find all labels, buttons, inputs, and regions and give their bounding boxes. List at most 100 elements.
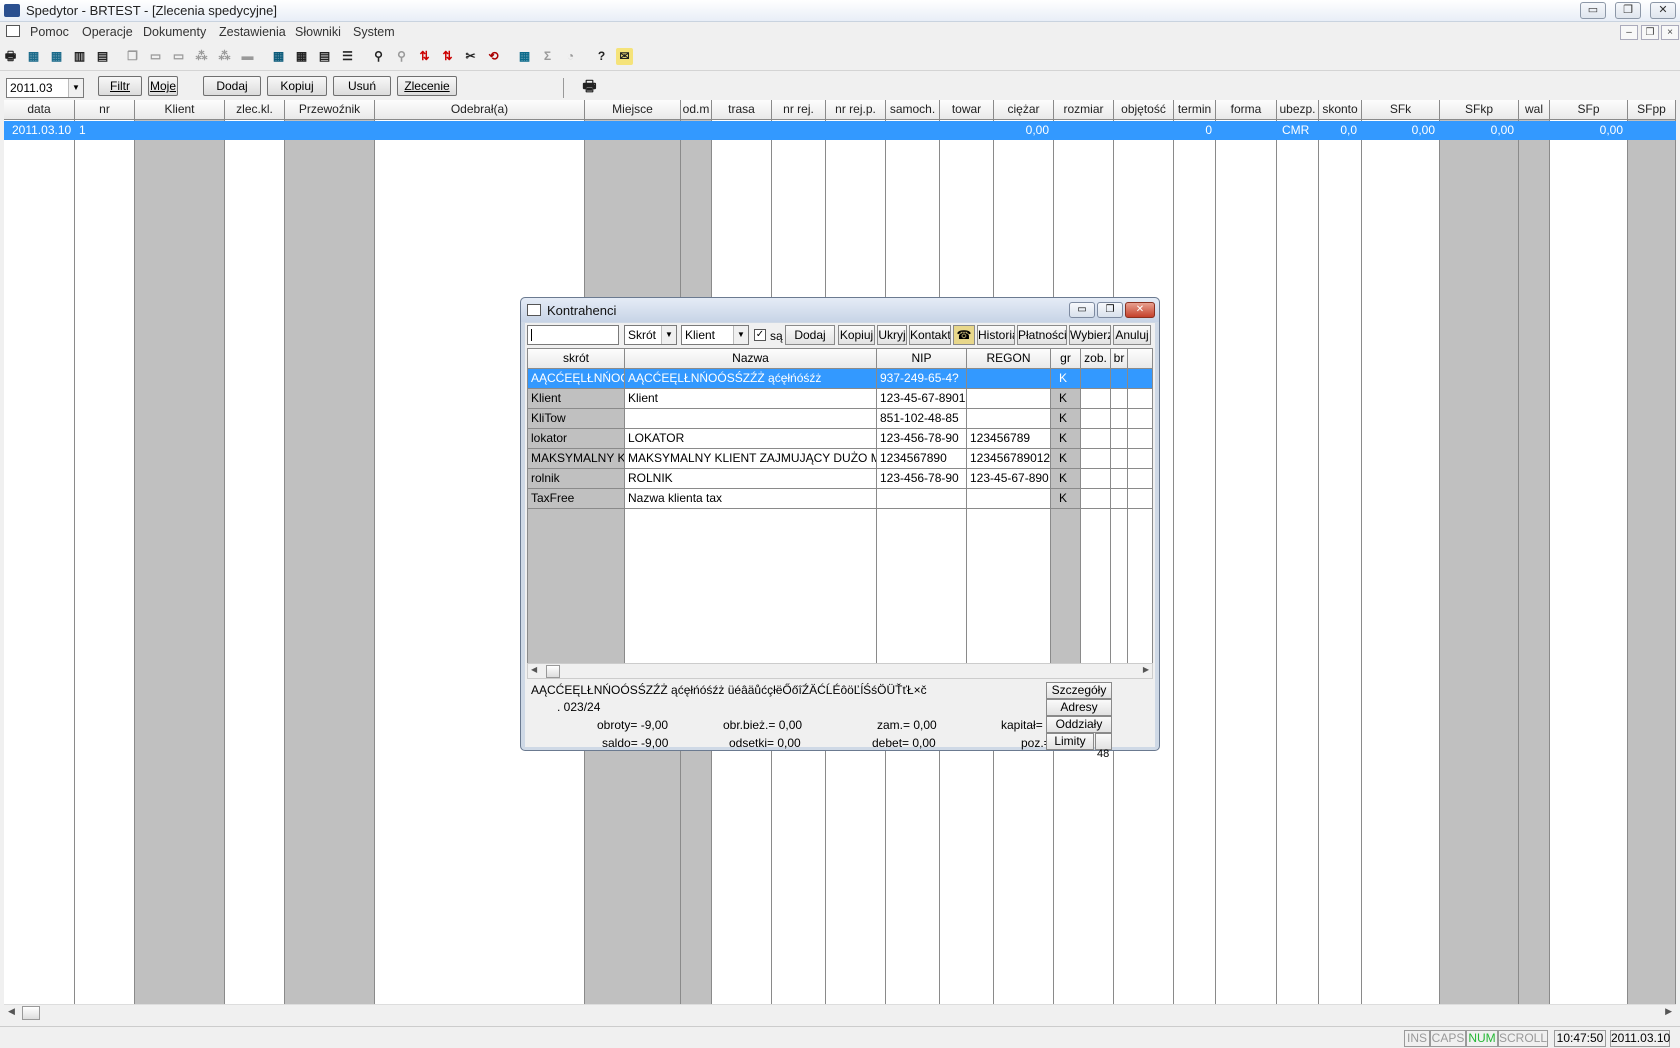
contractors-grid[interactable]: skrót Nazwa NIP REGON gr zob. br AĄCĆEĘL…	[527, 348, 1153, 664]
dialog-minimize-button[interactable]: ▭	[1069, 302, 1095, 318]
delete-button[interactable]: Usuń	[333, 76, 391, 96]
payments-button[interactable]: Płatności	[1017, 325, 1067, 345]
header-zlec-kl[interactable]: zlec.kl.	[225, 100, 285, 120]
dheader-zob[interactable]: zob.	[1081, 349, 1111, 369]
menu-operacje[interactable]: Operacje	[82, 25, 133, 39]
history-button[interactable]: Historia	[977, 325, 1015, 345]
contact-button[interactable]: Kontakt	[909, 325, 951, 345]
header-ciezar[interactable]: ciężar	[994, 100, 1054, 120]
table-row[interactable]: lokator LOKATOR 123-456-78-90 123456789 …	[528, 429, 1152, 449]
header-rozmiar[interactable]: rozmiar	[1054, 100, 1114, 120]
dialog-maximize-button[interactable]: ❐	[1097, 302, 1123, 318]
network2-icon[interactable]: ⁂	[216, 48, 233, 65]
truck-icon[interactable]: ▬	[239, 48, 256, 65]
table-icon[interactable]: ▦	[293, 48, 310, 65]
dheader-br[interactable]: br	[1111, 349, 1128, 369]
header-miejsce[interactable]: Miejsce	[585, 100, 681, 120]
system-menu-icon[interactable]	[6, 25, 20, 37]
close-button[interactable]: ✕	[1650, 2, 1676, 19]
network-icon[interactable]: ⁂	[193, 48, 210, 65]
branches-button[interactable]: Oddziały	[1046, 716, 1112, 733]
header-sfp[interactable]: SFp	[1550, 100, 1628, 120]
table-row[interactable]: 2011.03.10 1 0,00 0 CMR 0,0 0,00 0,00 0,…	[4, 121, 1676, 140]
help-icon[interactable]: ?	[593, 48, 610, 65]
menu-zestawienia[interactable]: Zestawienia	[219, 25, 286, 39]
limits-button[interactable]: Limity	[1046, 733, 1094, 750]
scroll-right-icon[interactable]: ▶	[1143, 665, 1149, 674]
dheader-regon[interactable]: REGON	[967, 349, 1051, 369]
search-input[interactable]	[527, 325, 619, 345]
menu-dokumenty[interactable]: Dokumenty	[143, 25, 206, 39]
scissors-icon[interactable]: ✂	[462, 48, 479, 65]
calendar-12-icon[interactable]: ▦	[25, 48, 42, 65]
header-trasa[interactable]: trasa	[712, 100, 772, 120]
details-button[interactable]: Szczegóły	[1046, 682, 1112, 699]
table-row[interactable]: KliTow 851-102-48-85 K	[528, 409, 1152, 429]
spreadsheet-icon[interactable]: ▦	[516, 48, 533, 65]
scroll-left-icon[interactable]: ◀	[8, 1006, 15, 1017]
choose-button[interactable]: Wybierz	[1069, 325, 1111, 345]
cancel-button[interactable]: Anuluj	[1113, 325, 1151, 345]
dheader-nip[interactable]: NIP	[877, 349, 967, 369]
header-sfk[interactable]: SFk	[1362, 100, 1440, 120]
header-nr[interactable]: nr	[75, 100, 135, 120]
menu-system[interactable]: System	[353, 25, 395, 39]
dheader-gr[interactable]: gr	[1051, 349, 1081, 369]
search-icon[interactable]: ⚲	[370, 48, 387, 65]
find-replace-icon[interactable]: ⚲	[393, 48, 410, 65]
dialog-horizontal-scrollbar[interactable]: ◀ ▶	[527, 663, 1153, 679]
clock-icon[interactable]: ◔	[562, 48, 579, 65]
mdi-minimize-button[interactable]: –	[1620, 25, 1638, 40]
header-objetosc[interactable]: objętość	[1114, 100, 1174, 120]
copy-docs-icon[interactable]: ❐	[124, 48, 141, 65]
dialog-scroll-thumb[interactable]	[546, 665, 560, 678]
table-row[interactable]: TaxFree Nazwa klienta tax K	[528, 489, 1152, 509]
chevron-down-icon[interactable]: ▼	[733, 326, 748, 344]
bar-chart-icon[interactable]: ▥	[71, 48, 88, 65]
loop-icon[interactable]: ⟲	[485, 48, 502, 65]
header-sfkp[interactable]: SFkp	[1440, 100, 1519, 120]
minimize-button[interactable]: ▭	[1580, 2, 1606, 19]
table-row[interactable]: AĄCĆEĘLŁNŃOÓS AĄCĆEĘLŁNŃOÓSŚZŹŻ ąćęłńóśź…	[528, 369, 1152, 389]
calculator-icon[interactable]: ▤	[94, 48, 111, 65]
header-forma[interactable]: forma	[1216, 100, 1277, 120]
header-data[interactable]: data	[4, 100, 75, 120]
header-odebral[interactable]: Odebrał(a)	[375, 100, 585, 120]
menu-pomoc[interactable]: Pomoc	[30, 25, 69, 39]
open-folder-icon[interactable]: ▭	[147, 48, 164, 65]
printer-icon[interactable]: 🖶	[581, 78, 598, 95]
order-button[interactable]: Zlecenie	[397, 76, 457, 96]
sort-az-icon[interactable]: ⇅	[416, 48, 433, 65]
scroll-right-icon[interactable]: ▶	[1665, 1006, 1672, 1017]
chevron-down-icon[interactable]: ▼	[661, 326, 676, 344]
active-checkbox[interactable]: ✓	[754, 329, 766, 341]
horizontal-scrollbar[interactable]: ◀ ▶	[4, 1004, 1676, 1021]
addresses-button[interactable]: Adresy	[1046, 699, 1112, 716]
filter-button[interactable]: Filtr	[98, 76, 142, 96]
sort-select[interactable]: Skrót ▼	[624, 325, 677, 345]
grid-icon[interactable]: ▦	[270, 48, 287, 65]
list-icon[interactable]: ▤	[316, 48, 333, 65]
header-klient[interactable]: Klient	[135, 100, 225, 120]
header-przewoznik[interactable]: Przewoźnik	[285, 100, 375, 120]
mdi-close-button[interactable]: ×	[1661, 25, 1679, 40]
period-select[interactable]: 2011.03 ▼	[6, 78, 84, 98]
header-wal[interactable]: wal	[1519, 100, 1550, 120]
header-nr-rej[interactable]: nr rej.	[772, 100, 826, 120]
open-folder2-icon[interactable]: ▭	[170, 48, 187, 65]
scroll-thumb[interactable]	[22, 1006, 40, 1020]
sum-icon[interactable]: Σ	[539, 48, 556, 65]
header-sfpp[interactable]: SFpp	[1628, 100, 1676, 120]
maximize-button[interactable]: ❐	[1615, 2, 1641, 19]
menu-slowniki[interactable]: Słowniki	[295, 25, 341, 39]
header-samoch[interactable]: samoch.	[886, 100, 940, 120]
dialog-add-button[interactable]: Dodaj	[785, 325, 835, 345]
header-termin[interactable]: termin	[1174, 100, 1216, 120]
scroll-left-icon[interactable]: ◀	[531, 665, 537, 674]
dialog-copy-button[interactable]: Kopiuj	[838, 325, 875, 345]
print-icon[interactable]: 🖶	[2, 48, 19, 65]
add-button[interactable]: Dodaj	[203, 76, 261, 96]
dheader-nazwa[interactable]: Nazwa	[625, 349, 877, 369]
dialog-close-button[interactable]: ✕	[1125, 302, 1155, 318]
hide-button[interactable]: Ukryj	[877, 325, 907, 345]
